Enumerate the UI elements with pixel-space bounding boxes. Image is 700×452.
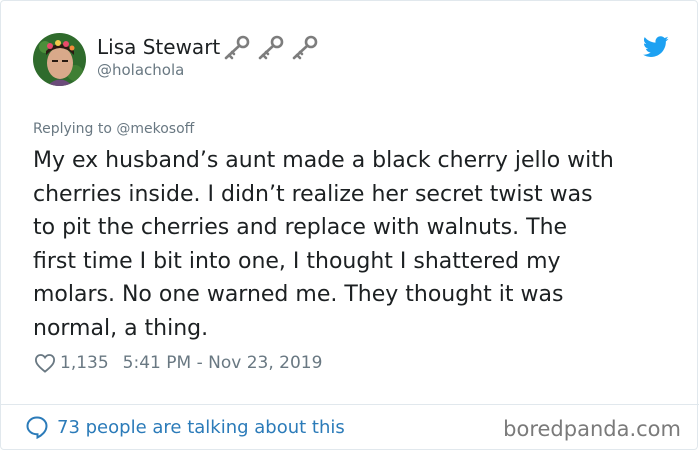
- name-emoji-group: [222, 34, 320, 60]
- divider: [1, 404, 699, 405]
- avatar[interactable]: [33, 33, 86, 86]
- display-name-text: Lisa Stewart: [97, 35, 221, 59]
- like-count[interactable]: 1,135: [60, 353, 109, 373]
- tweet-text-line: cherries inside. I didn’t realize her se…: [33, 181, 593, 207]
- speech-bubble-icon: [25, 415, 49, 439]
- user-handle[interactable]: @holachola: [97, 61, 184, 79]
- conversation-link[interactable]: 73 people are talking about this: [25, 415, 345, 439]
- tweet-meta: 1,135 5:41 PM - Nov 23, 2019: [34, 353, 322, 373]
- replying-to[interactable]: Replying to @mekosoff: [33, 121, 194, 137]
- tweet-text-line: normal, a thing.: [33, 315, 209, 341]
- tweet-card: Lisa Stewart @holachola Replying to @mek…: [0, 0, 699, 450]
- display-name[interactable]: Lisa Stewart: [97, 34, 320, 60]
- heart-icon[interactable]: [34, 353, 56, 373]
- twitter-bird-icon[interactable]: [642, 36, 669, 62]
- old-key-icon: [258, 35, 284, 60]
- tweet-text-line: to pit the cherries and replace with wal…: [33, 215, 568, 240]
- tweet-text: My ex husband’s aunt made a black cherry…: [33, 144, 683, 345]
- tweet-text-line: My ex husband’s aunt made a black cherry…: [33, 148, 614, 173]
- watermark: boredpanda.com: [503, 417, 681, 441]
- old-key-icon: [224, 35, 250, 60]
- conversation-link-text: 73 people are talking about this: [57, 416, 345, 438]
- tweet-text-line: first time I bit into one, I thought I s…: [33, 248, 561, 274]
- avatar-image: [33, 33, 86, 86]
- old-key-icon: [292, 35, 318, 60]
- timestamp[interactable]: 5:41 PM - Nov 23, 2019: [123, 353, 323, 373]
- tweet-text-line: molars. No one warned me. They thought i…: [33, 282, 564, 307]
